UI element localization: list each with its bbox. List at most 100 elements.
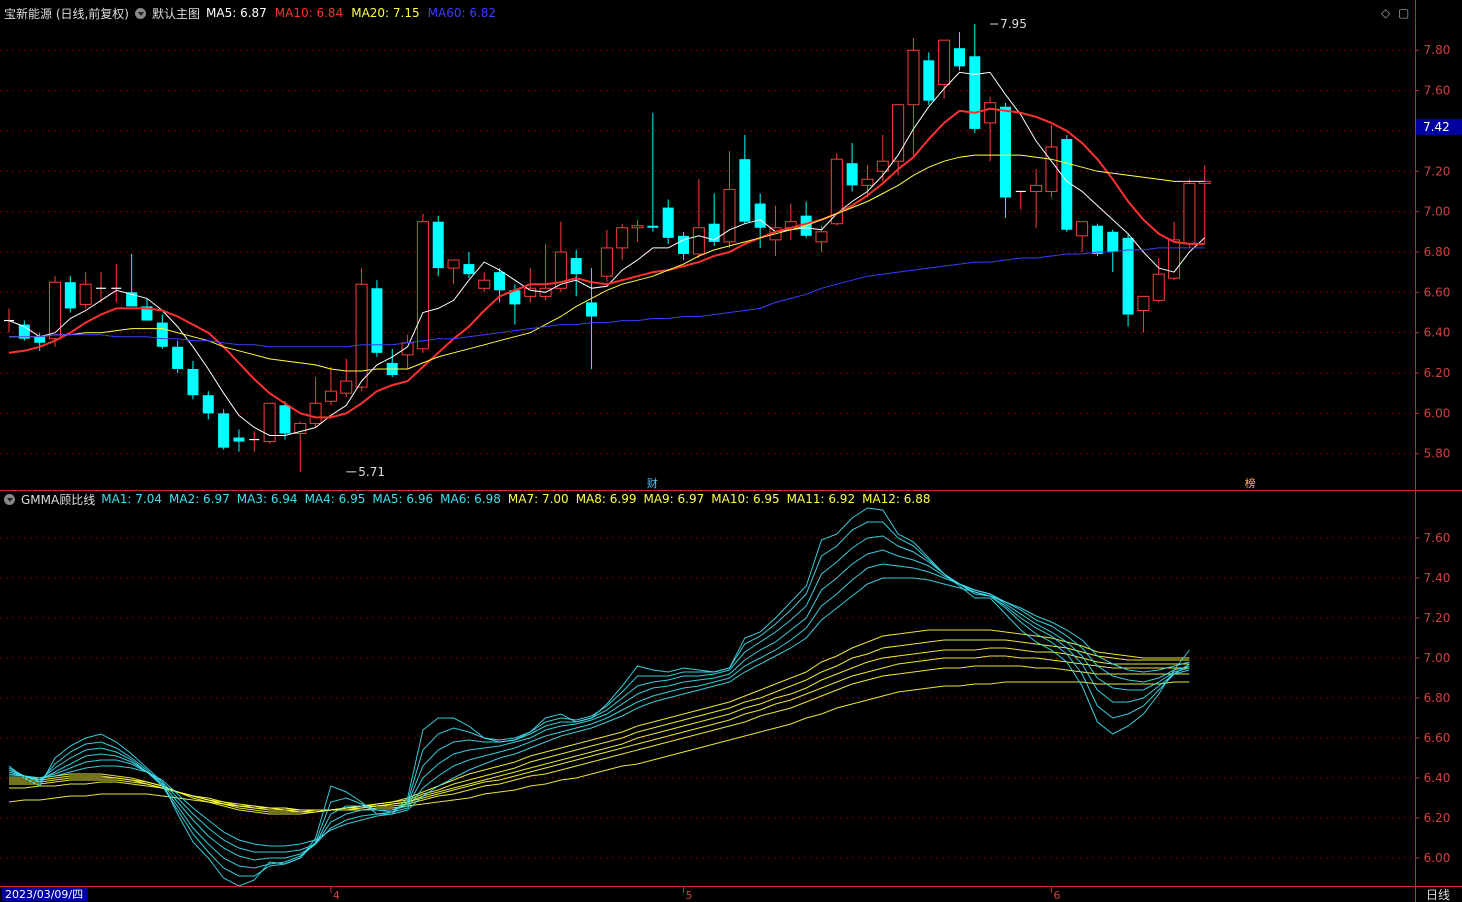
finance-event-marker: 财 (647, 476, 658, 490)
candle (202, 391, 214, 420)
candle (723, 151, 736, 248)
candle (156, 314, 168, 349)
gmma-line-ma9 (9, 647, 1190, 813)
gmma-legend-item: MA12: 6.88 (862, 492, 931, 506)
candle (478, 272, 491, 293)
candle-body (156, 322, 168, 347)
indicator-dropdown-icon[interactable] (135, 7, 146, 19)
price-tick-label: 6.40 (1424, 771, 1451, 785)
candle-body (371, 288, 383, 353)
candle-body (892, 104, 905, 162)
gmma-dropdown-icon[interactable] (4, 493, 15, 505)
candle-body (432, 221, 444, 269)
candle-body (416, 221, 429, 350)
panel-toggle-icon[interactable]: ▢ (1398, 6, 1409, 20)
candle (1198, 165, 1211, 244)
price-tick-label: 6.00 (1424, 406, 1451, 420)
candle (126, 253, 138, 307)
candle (249, 431, 260, 452)
candle-body (478, 279, 491, 289)
candle-body (309, 402, 322, 424)
period-label: 日线 (1426, 888, 1450, 902)
main-price-axis: 5.806.006.206.406.606.807.007.207.407.60… (1415, 43, 1451, 461)
gmma-legend-item: MA2: 6.97 (169, 492, 230, 506)
candle (846, 143, 858, 192)
candle-body (907, 49, 920, 106)
candle-body (1183, 182, 1196, 245)
candle (1030, 169, 1043, 228)
month-label: 6 (1053, 889, 1060, 902)
candle-body (1091, 225, 1103, 254)
candle (678, 231, 690, 261)
candle (692, 179, 705, 259)
gmma-title[interactable]: GMMA顾比线 (21, 491, 95, 508)
candle-body (754, 203, 766, 228)
diamond-icon[interactable]: ◇ (1381, 6, 1390, 20)
stock-title[interactable]: 宝新能源 (日线,前复权) (4, 5, 129, 22)
candle-body (79, 283, 92, 305)
candle (876, 134, 889, 182)
candle (1015, 190, 1026, 210)
candle (463, 251, 475, 279)
gmma-legend-item: MA10: 6.95 (711, 492, 780, 506)
price-tick-label: 7.00 (1424, 651, 1451, 665)
chart-annotations: 7.95 5.71 财 榜 (346, 17, 1256, 490)
price-tick-label: 6.40 (1424, 326, 1451, 340)
candle (1122, 233, 1134, 327)
candle-body (723, 188, 736, 243)
gmma-legend-item: MA11: 6.92 (786, 492, 856, 506)
candle-body (938, 39, 951, 86)
candle (340, 358, 353, 398)
candle (984, 96, 997, 162)
candle-body (187, 368, 199, 396)
candle (416, 213, 429, 353)
candle (800, 201, 812, 238)
candle (1076, 221, 1089, 252)
gmma-line-ma4 (8, 549, 1190, 861)
candle-body (202, 395, 214, 414)
candle-body (846, 163, 858, 186)
candle (324, 366, 337, 406)
ma-legend-item: MA10: 6.84 (274, 6, 344, 20)
candle-body (494, 272, 506, 291)
main-indicator-name[interactable]: 默认主图 (152, 5, 200, 22)
candle-body (1076, 221, 1089, 237)
candle (48, 276, 61, 347)
candle (739, 134, 751, 224)
candle-body (1137, 295, 1150, 311)
candle-body (64, 282, 76, 309)
ma-legend-item: MA60: 6.82 (427, 6, 497, 20)
candle (784, 203, 797, 240)
ma-legend-item: MA5: 6.87 (206, 6, 267, 20)
candle (432, 215, 444, 277)
candle (969, 24, 981, 133)
candle-body (1152, 273, 1165, 301)
candle (309, 377, 322, 428)
candle-body (324, 390, 337, 402)
stock-chart[interactable]: 5.80 6.00 6.20 6.40 6.60 6.80 7.00 7.20 7.40 7.60… (0, 0, 1462, 902)
price-tick-label: 7.60 (1424, 84, 1451, 98)
candle-body (647, 225, 659, 228)
candle-body (48, 281, 61, 340)
candle-body (218, 413, 230, 448)
time-axis: 2023/03/09/四 4 5 6 日线 (2, 887, 1450, 902)
candle-body (861, 178, 874, 186)
price-tick-label: 7.20 (1424, 611, 1451, 625)
price-tick-label: 6.00 (1424, 851, 1451, 865)
price-tick-label: 6.60 (1424, 731, 1451, 745)
candle (4, 308, 14, 333)
gmma-legend-item: MA9: 6.97 (643, 492, 705, 506)
gmma-legend-item: MA5: 6.96 (372, 492, 434, 506)
candle (1137, 295, 1150, 333)
gmma-price-axis: 6.00 6.20 6.40 6.60 6.80 7.00 7.20 7.40 7.60 (1415, 531, 1450, 865)
main-chart-header: 宝新能源 (日线,前复权) 默认主图 MA5: 6.87 MA10: 6.84 MA… (4, 5, 496, 21)
candle-body (524, 287, 537, 297)
candle (708, 193, 720, 246)
candle-body (1122, 237, 1134, 315)
candlestick-layer (4, 24, 1211, 472)
gmma-line-ma12 (8, 681, 1190, 811)
candle-body (692, 227, 705, 255)
candle (662, 199, 674, 244)
month-label: 4 (333, 889, 340, 902)
candle (892, 104, 905, 176)
